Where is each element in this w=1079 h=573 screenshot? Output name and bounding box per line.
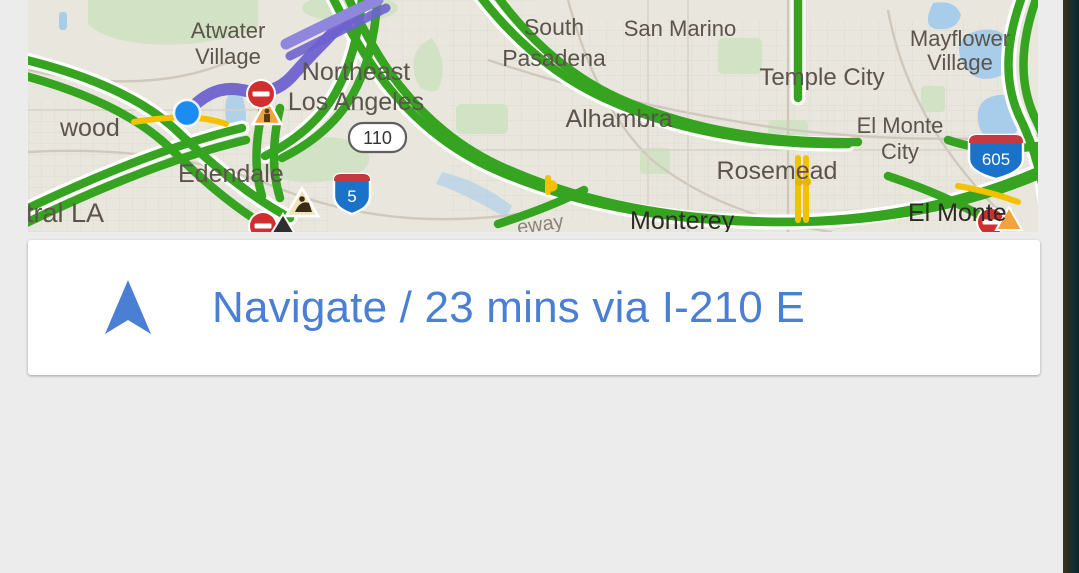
svg-text:Pasadena: Pasadena bbox=[502, 45, 606, 71]
svg-text:El Monte: El Monte bbox=[857, 113, 944, 138]
svg-text:San Marino: San Marino bbox=[624, 16, 737, 41]
svg-text:Northeast: Northeast bbox=[302, 58, 410, 86]
svg-text:Los Angeles: Los Angeles bbox=[288, 88, 424, 116]
bottom-toolbar bbox=[0, 378, 1063, 573]
traffic-map[interactable]: 110 5 605 Atwater Village Northeast Los … bbox=[28, 0, 1038, 232]
navigate-card[interactable]: Navigate / 23 mins via I-210 E bbox=[28, 240, 1040, 375]
highway-shield-110: 110 bbox=[347, 121, 408, 154]
svg-text:South: South bbox=[524, 14, 584, 40]
navigation-arrow-icon bbox=[105, 279, 151, 334]
svg-text:Temple City: Temple City bbox=[759, 64, 884, 91]
svg-text:El Monte: El Monte bbox=[908, 199, 1007, 227]
svg-text:Village: Village bbox=[927, 50, 993, 75]
svg-text:tral LA: tral LA bbox=[28, 198, 104, 228]
screen-right-bezel bbox=[1063, 0, 1079, 573]
svg-text:5: 5 bbox=[347, 187, 356, 206]
highway-shield-5: 5 bbox=[332, 172, 372, 216]
svg-text:Rosemead: Rosemead bbox=[717, 157, 838, 185]
svg-text:Village: Village bbox=[195, 44, 261, 69]
svg-text:Mayflower: Mayflower bbox=[910, 26, 1010, 51]
highway-shield-605: 605 bbox=[967, 133, 1025, 181]
road-closed-icon bbox=[246, 79, 276, 109]
svg-text:Edendale: Edendale bbox=[178, 160, 284, 188]
svg-text:wood: wood bbox=[59, 114, 120, 142]
map-navigation-screen: 110 5 605 Atwater Village Northeast Los … bbox=[0, 0, 1063, 573]
svg-text:City: City bbox=[881, 139, 919, 164]
svg-text:Monterey: Monterey bbox=[630, 207, 735, 232]
navigate-card-label: Navigate / 23 mins via I-210 E bbox=[212, 282, 805, 332]
svg-text:Alhambra: Alhambra bbox=[566, 105, 673, 133]
svg-text:605: 605 bbox=[982, 150, 1010, 169]
svg-text:110: 110 bbox=[363, 128, 392, 148]
svg-text:Atwater: Atwater bbox=[191, 18, 266, 43]
